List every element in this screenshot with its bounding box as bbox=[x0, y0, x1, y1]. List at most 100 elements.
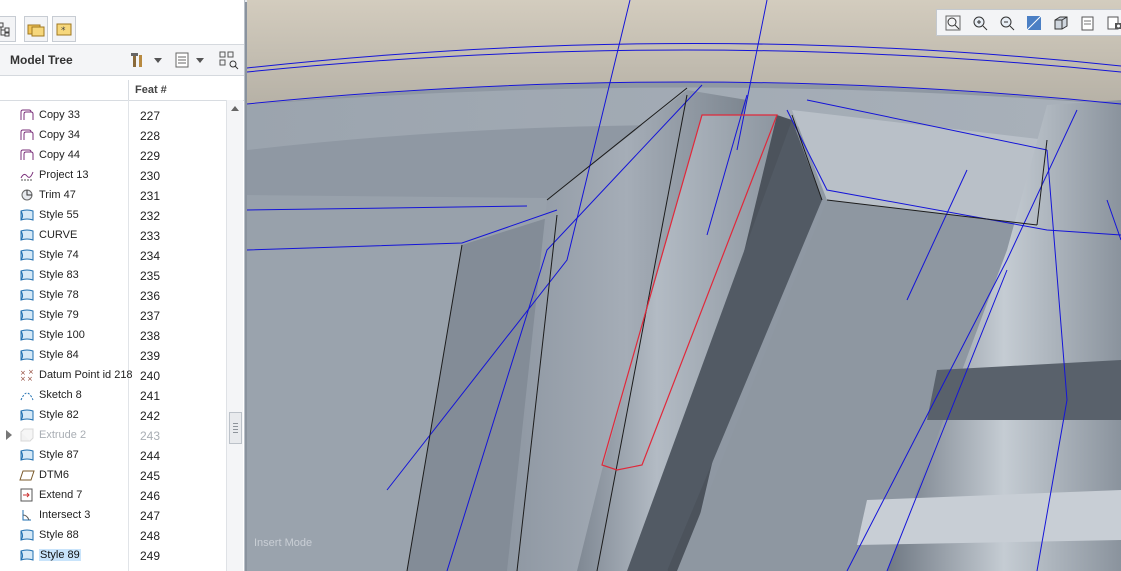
feature-name: Style 89 bbox=[39, 549, 81, 561]
refit-icon[interactable] bbox=[941, 12, 965, 34]
tree-row[interactable]: × × × × Datum Point id 218 240 bbox=[0, 365, 226, 385]
tree-row[interactable]: Style 78 236 bbox=[0, 285, 226, 305]
extend-icon bbox=[19, 488, 35, 502]
feature-number: 249 bbox=[140, 549, 161, 563]
feature-number: 245 bbox=[140, 469, 161, 483]
folder-icon bbox=[27, 24, 45, 37]
feature-name: Copy 33 bbox=[39, 109, 80, 121]
column-divider[interactable] bbox=[128, 80, 129, 100]
feature-name: Style 84 bbox=[39, 349, 79, 361]
display-style-icon[interactable] bbox=[1049, 12, 1073, 34]
feature-number: 237 bbox=[140, 309, 161, 323]
feature-name: Style 55 bbox=[39, 209, 79, 221]
copy-icon bbox=[19, 128, 35, 142]
tree-filter-button[interactable] bbox=[218, 49, 240, 71]
style-icon bbox=[19, 268, 35, 282]
style-icon bbox=[19, 308, 35, 322]
feature-number: 230 bbox=[140, 169, 161, 183]
tree-column-header: Feat # bbox=[0, 80, 244, 101]
feature-name: Sketch 8 bbox=[39, 389, 82, 401]
settings-menu-button[interactable] bbox=[130, 49, 162, 71]
chevron-down-icon bbox=[154, 57, 162, 63]
model-tree-tab[interactable] bbox=[0, 16, 16, 42]
trim-icon bbox=[19, 188, 35, 202]
feature-number: 247 bbox=[140, 509, 161, 523]
style-icon bbox=[19, 528, 35, 542]
style-icon bbox=[19, 448, 35, 462]
tree-row[interactable]: Style 84 239 bbox=[0, 345, 226, 365]
tree-row[interactable]: Sketch 8 241 bbox=[0, 385, 226, 405]
tree-row[interactable]: Copy 33 227 bbox=[0, 105, 226, 125]
tree-row[interactable]: Style 88 248 bbox=[0, 525, 226, 545]
feature-number: 229 bbox=[140, 149, 161, 163]
view-toolbar bbox=[936, 9, 1121, 36]
svg-text:*: * bbox=[61, 26, 66, 36]
feature-name: Project 13 bbox=[39, 169, 89, 181]
show-menu-button[interactable] bbox=[174, 49, 204, 71]
style-icon bbox=[19, 248, 35, 262]
zoom-out-icon[interactable] bbox=[995, 12, 1019, 34]
feature-name: DTM6 bbox=[39, 469, 69, 481]
tree-row[interactable]: Style 82 242 bbox=[0, 405, 226, 425]
feature-number: 233 bbox=[140, 229, 161, 243]
tree-row[interactable]: Copy 34 228 bbox=[0, 125, 226, 145]
tree-row[interactable]: Project 13 230 bbox=[0, 165, 226, 185]
feature-name: Style 78 bbox=[39, 289, 79, 301]
style-icon bbox=[19, 408, 35, 422]
feature-name: Style 82 bbox=[39, 409, 79, 421]
repaint-icon[interactable] bbox=[1022, 12, 1046, 34]
feature-name: Extend 7 bbox=[39, 489, 83, 501]
navigator-tabs: * bbox=[0, 14, 244, 44]
feat-number-column-header[interactable]: Feat # bbox=[135, 84, 167, 96]
model-surface-render[interactable] bbox=[247, 0, 1121, 571]
feature-number: 234 bbox=[140, 249, 161, 263]
tree-row[interactable]: Style 55 232 bbox=[0, 205, 226, 225]
tree-row[interactable]: Style 83 235 bbox=[0, 265, 226, 285]
tree-row[interactable]: Style 79 237 bbox=[0, 305, 226, 325]
tree-row[interactable]: Trim 47 231 bbox=[0, 185, 226, 205]
tree-row[interactable]: Style 87 244 bbox=[0, 445, 226, 465]
favorites-icon: * bbox=[56, 23, 72, 36]
feature-number: 246 bbox=[140, 489, 161, 503]
zoom-in-icon[interactable] bbox=[968, 12, 992, 34]
feature-name: Style 83 bbox=[39, 269, 79, 281]
feature-name: Copy 44 bbox=[39, 149, 80, 161]
feature-number: 235 bbox=[140, 269, 161, 283]
tree-row[interactable]: Style 100 238 bbox=[0, 325, 226, 345]
model-tree-header: Model Tree bbox=[0, 44, 244, 76]
feature-name: Intersect 3 bbox=[39, 509, 91, 521]
feature-name: Style 100 bbox=[39, 329, 85, 341]
tree-row[interactable]: DTM6 245 bbox=[0, 465, 226, 485]
tree-row[interactable]: Copy 44 229 bbox=[0, 145, 226, 165]
feature-name: Style 79 bbox=[39, 309, 79, 321]
scrollbar-thumb[interactable] bbox=[229, 412, 242, 444]
tree-filter-icon bbox=[219, 51, 239, 70]
style-icon bbox=[19, 328, 35, 342]
folder-browser-tab[interactable] bbox=[24, 16, 48, 42]
view-manager-icon[interactable] bbox=[1103, 12, 1121, 34]
tree-row[interactable]: Style 89 249 bbox=[0, 545, 226, 565]
tree-row[interactable]: Extrude 2 243 bbox=[0, 425, 226, 445]
model-tree-icon bbox=[0, 22, 10, 37]
show-list-icon bbox=[175, 52, 189, 68]
saved-views-icon[interactable] bbox=[1076, 12, 1100, 34]
favorites-tab[interactable]: * bbox=[52, 16, 76, 42]
navigator-panel: * Model Tree Feat # Copy 33 227 Copy 34 228… bbox=[0, 0, 245, 571]
model-tree-title: Model Tree bbox=[10, 53, 73, 67]
feature-number: 248 bbox=[140, 529, 161, 543]
tree-row[interactable]: Intersect 3 247 bbox=[0, 505, 226, 525]
model-tree-scrollbar[interactable] bbox=[226, 100, 243, 571]
copy-icon bbox=[19, 148, 35, 162]
project-icon bbox=[19, 168, 35, 182]
tree-row[interactable]: Extend 7 246 bbox=[0, 485, 226, 505]
tree-row[interactable]: Style 74 234 bbox=[0, 245, 226, 265]
tree-row[interactable]: CURVE 233 bbox=[0, 225, 226, 245]
datum-point-icon: × × × × bbox=[19, 368, 35, 383]
scroll-up-arrow-icon[interactable] bbox=[231, 106, 239, 111]
graphics-viewport[interactable]: Insert Mode bbox=[247, 0, 1121, 571]
expand-arrow-icon[interactable] bbox=[6, 430, 12, 440]
feature-number: 242 bbox=[140, 409, 161, 423]
feature-name: Extrude 2 bbox=[39, 429, 87, 441]
extrude-icon bbox=[19, 428, 35, 442]
settings-tools-icon bbox=[131, 53, 142, 67]
